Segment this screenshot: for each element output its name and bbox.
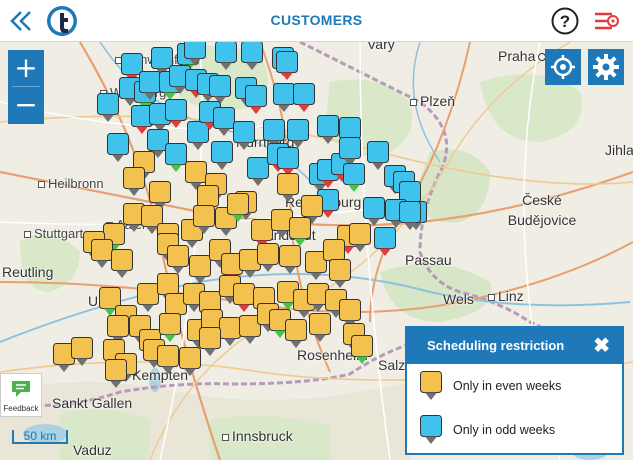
scale-bar: 50 km [12, 430, 68, 444]
customer-marker-even[interactable] [226, 192, 250, 224]
customer-marker-odd[interactable] [214, 42, 238, 72]
place-name: České Budějovice [507, 192, 577, 228]
customer-marker-even[interactable] [328, 258, 352, 290]
page-title: CUSTOMERS [270, 12, 363, 28]
map-place-label: Plzeň [410, 93, 455, 109]
place-name: Passau [405, 252, 452, 268]
legend-label-even: Only in even weeks [453, 379, 562, 393]
zoom-control: + − [8, 50, 44, 124]
customer-marker-even[interactable] [348, 222, 372, 254]
feedback-button[interactable]: Feedback [0, 373, 42, 417]
place-name: Heilbronn [48, 176, 104, 191]
place-name: Innsbruck [232, 428, 293, 444]
map-place-label: Praha [498, 48, 547, 64]
customer-marker-odd[interactable] [240, 42, 264, 72]
customer-marker-odd[interactable] [244, 84, 268, 116]
locate-button[interactable] [545, 49, 581, 85]
city-dot-icon [38, 181, 45, 189]
map-place-label: Innsbruck [222, 428, 293, 444]
customer-marker-odd[interactable] [398, 200, 422, 232]
customer-marker-even[interactable] [192, 204, 216, 236]
crosshair-icon [551, 55, 575, 79]
customer-marker-even[interactable] [276, 172, 300, 204]
customer-marker-even[interactable] [308, 312, 332, 344]
customer-marker-odd[interactable] [96, 92, 120, 124]
place-name: Wels [443, 291, 474, 307]
map-place-label: České Budějovice [506, 190, 578, 230]
chat-bubble-icon [12, 381, 30, 397]
gear-icon [593, 54, 619, 80]
customer-marker-odd[interactable] [275, 50, 299, 82]
zoom-out-button[interactable]: − [8, 87, 44, 123]
legend-label-odd: Only in odd weeks [453, 423, 556, 437]
city-dot-icon [488, 293, 495, 301]
customer-marker-odd[interactable] [232, 120, 256, 152]
map-place-label: Vaduz [73, 442, 112, 458]
place-name: Plzeň [420, 93, 456, 109]
customer-marker-odd[interactable] [106, 132, 130, 164]
customer-marker-even[interactable] [278, 244, 302, 276]
place-name: Linz [498, 288, 524, 304]
city-dot-icon [24, 231, 31, 239]
help-icon[interactable]: ? [551, 7, 579, 35]
legend-item-even: Only in even weeks [419, 370, 561, 402]
svg-text:?: ? [560, 12, 570, 31]
map-place-label: Linz [488, 288, 524, 304]
customer-marker-odd[interactable] [210, 140, 234, 172]
map-place-label: Passau [405, 252, 452, 268]
place-name: Sankt Gallen [52, 395, 133, 411]
customer-marker-even[interactable] [70, 336, 94, 368]
customer-marker-odd[interactable] [373, 226, 397, 258]
close-icon[interactable]: ✖ [593, 328, 610, 364]
place-name: Stuttgart [34, 226, 84, 241]
customer-marker-even[interactable] [156, 344, 180, 376]
map-place-label: Jihla [605, 142, 633, 158]
yellow-marker-icon [420, 371, 442, 400]
map-settings-button[interactable] [588, 49, 624, 85]
zoom-in-button[interactable]: + [8, 50, 44, 86]
legend-item-odd: Only in odd weeks [419, 414, 555, 446]
legend-panel: Scheduling restriction ✖ Only in even we… [405, 326, 624, 455]
customer-marker-even[interactable] [284, 318, 308, 350]
map-place-label: Wels [443, 291, 474, 307]
customer-marker-odd[interactable] [342, 162, 366, 194]
customer-marker-even[interactable] [104, 358, 128, 390]
map-place-label: Sankt Gallen [52, 395, 132, 411]
cyan-marker-icon [420, 415, 442, 444]
map-place-label: Heilbronn [38, 176, 104, 191]
customer-marker-even[interactable] [198, 326, 222, 358]
map-place-label: Vary [367, 42, 395, 52]
filter-icon[interactable] [594, 11, 620, 31]
place-name: Jihla [605, 142, 633, 158]
top-bar: CUSTOMERS ? [0, 0, 633, 42]
place-name: Vary [367, 42, 395, 52]
customer-marker-odd[interactable] [316, 114, 340, 146]
city-dot-icon [410, 98, 417, 106]
map-place-label: Reutling [2, 264, 53, 280]
feedback-label: Feedback [3, 404, 39, 413]
place-name: Praha [498, 48, 536, 64]
customer-marker-even[interactable] [350, 334, 374, 366]
city-dot-icon [222, 433, 229, 441]
customer-marker-odd[interactable] [292, 82, 316, 114]
customer-marker-even[interactable] [122, 166, 146, 198]
map-place-label: Stuttgart [24, 226, 83, 241]
customer-marker-even[interactable] [110, 248, 134, 280]
place-name: Vaduz [73, 442, 112, 458]
legend-header: Scheduling restriction ✖ [407, 328, 622, 364]
place-name: Reutling [2, 264, 54, 280]
customer-marker-even[interactable] [256, 242, 280, 274]
customer-marker-odd[interactable] [164, 98, 188, 130]
legend-title: Scheduling restriction [427, 338, 565, 353]
